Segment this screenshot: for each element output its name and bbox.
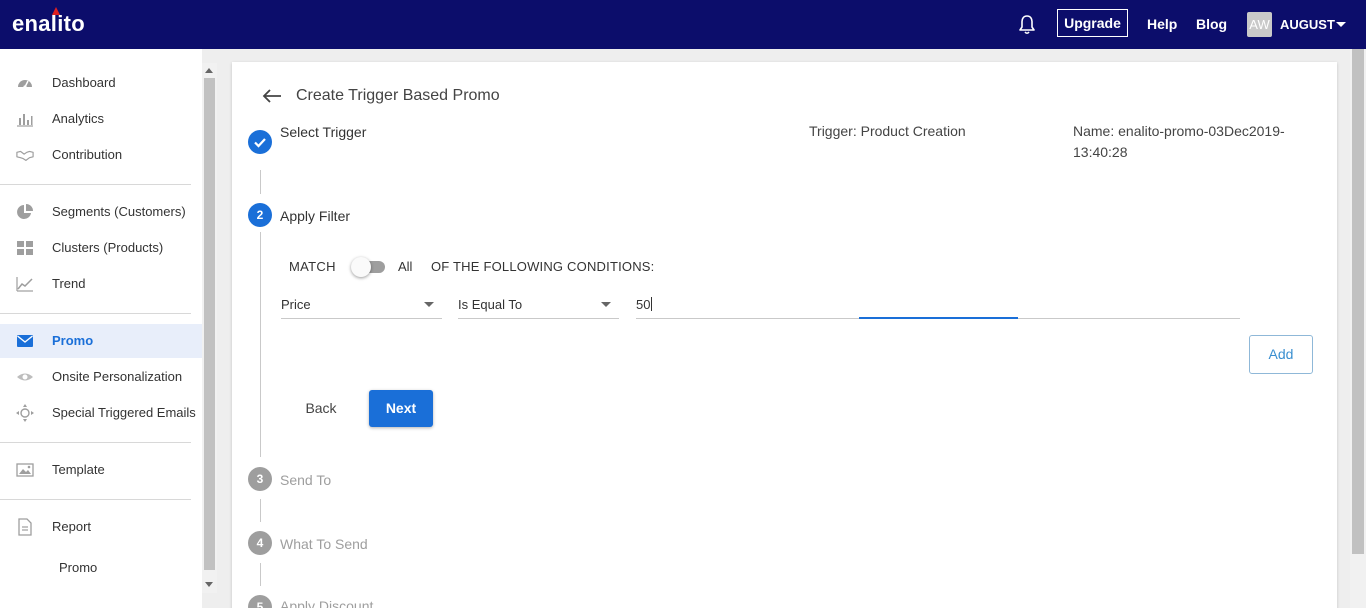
condition-value-input[interactable]: 50 <box>636 290 1240 319</box>
sidebar-item-label: Dashboard <box>52 75 116 90</box>
next-button[interactable]: Next <box>369 390 433 427</box>
sidebar-item-clusters[interactable]: Clusters (Products) <box>0 231 202 265</box>
blog-link[interactable]: Blog <box>1196 16 1227 32</box>
promo-wizard-card <box>232 62 1337 608</box>
operator-select-value: Is Equal To <box>458 297 523 312</box>
sidebar-item-label: Report <box>52 519 92 534</box>
mail-icon <box>17 335 33 347</box>
step-2-label: Apply Filter <box>280 208 351 224</box>
back-button[interactable]: Back <box>294 390 348 426</box>
trend-icon <box>16 277 33 292</box>
sidebar-item-dashboard[interactable]: Dashboard <box>0 66 202 100</box>
dashboard-icon <box>18 80 32 89</box>
input-focus-indicator <box>859 317 1018 319</box>
upgrade-button[interactable]: Upgrade <box>1057 9 1128 37</box>
step-connector <box>260 232 261 457</box>
step-connector <box>260 563 261 586</box>
step-connector <box>260 499 261 522</box>
sidebar-item-contribution[interactable]: Contribution <box>0 138 202 172</box>
field-select[interactable]: Price <box>281 290 442 319</box>
user-menu-name[interactable]: AUGUST <box>1280 17 1335 32</box>
text-cursor <box>651 297 653 311</box>
promo-name-line-1: Name: enalito-promo-03Dec2019- <box>1073 123 1285 139</box>
document-icon <box>18 518 32 536</box>
sidebar-subitem-report-promo[interactable]: Promo <box>59 560 97 575</box>
page-scrollbar-thumb[interactable] <box>1352 49 1364 554</box>
sidebar-item-report[interactable]: Report <box>0 510 202 544</box>
sidebar-item-analytics[interactable]: Analytics <box>0 102 202 136</box>
grid-icon <box>17 241 33 255</box>
step-4-label: What To Send <box>280 536 368 552</box>
check-icon <box>254 138 266 148</box>
sidebar-item-label: Onsite Personalization <box>52 369 183 384</box>
match-label: MATCH <box>289 259 336 274</box>
handshake-icon <box>16 150 34 161</box>
sidebar-item-label: Promo <box>52 333 94 348</box>
operator-select[interactable]: Is Equal To <box>458 290 619 319</box>
sidebar-divider <box>0 442 191 443</box>
condition-value-text: 50 <box>636 297 651 312</box>
image-icon <box>16 463 34 477</box>
sidebar-item-onsite-personalization[interactable]: Onsite Personalization <box>0 360 202 394</box>
sidebar-item-segments[interactable]: Segments (Customers) <box>0 195 202 229</box>
conditions-label: OF THE FOLLOWING CONDITIONS: <box>431 259 655 274</box>
enalito-logo[interactable]: enalito <box>12 11 85 37</box>
sidebar-divider <box>0 313 191 314</box>
sidebar-item-promo[interactable]: Promo <box>0 324 202 358</box>
step-3-label: Send To <box>280 472 332 488</box>
sidebar: Dashboard Analytics Contribution Segment… <box>0 49 202 608</box>
field-select-value: Price <box>281 297 311 312</box>
crosshair-icon <box>16 404 34 422</box>
sidebar-item-label: Segments (Customers) <box>52 204 186 219</box>
sidebar-item-label: Trend <box>52 276 86 291</box>
sidebar-item-special-triggered-emails[interactable]: Special Triggered Emails <box>0 396 202 430</box>
step-1-check-icon <box>248 130 272 154</box>
sidebar-item-label: Contribution <box>52 147 123 162</box>
sidebar-item-label: Clusters (Products) <box>52 240 164 255</box>
step-2-circle: 2 <box>248 203 272 227</box>
sidebar-item-label: Special Triggered Emails <box>52 405 196 420</box>
logo-accent-icon <box>52 7 60 15</box>
page-title: Create Trigger Based Promo <box>296 87 500 104</box>
promo-name-line-2: 13:40:28 <box>1073 144 1128 160</box>
step-1-label: Select Trigger <box>280 124 367 140</box>
chevron-down-icon <box>424 302 434 307</box>
eye-icon <box>17 373 33 381</box>
bar-chart-icon <box>17 114 33 127</box>
step-4-circle: 4 <box>248 531 272 555</box>
sidebar-item-template[interactable]: Template <box>0 453 202 487</box>
sidebar-divider <box>0 499 191 500</box>
notification-bell-icon[interactable] <box>1017 14 1037 36</box>
match-mode-label: All <box>398 259 413 274</box>
sidebar-item-label: Template <box>52 462 105 477</box>
step-5-label: Apply Discount <box>280 598 374 608</box>
help-link[interactable]: Help <box>1147 16 1177 32</box>
sidebar-scrollbar-thumb[interactable] <box>204 78 215 570</box>
scroll-up-arrow-icon[interactable] <box>205 68 213 73</box>
avatar[interactable]: AW <box>1247 12 1272 37</box>
top-navbar: enalito Upgrade Help Blog AW AUGUST <box>0 0 1366 49</box>
user-menu-chevron-down-icon[interactable] <box>1336 22 1346 27</box>
back-arrow-icon[interactable] <box>262 88 282 104</box>
pie-chart-icon <box>17 204 33 219</box>
scroll-down-arrow-icon[interactable] <box>205 582 213 587</box>
step-3-circle: 3 <box>248 467 272 491</box>
sidebar-item-trend[interactable]: Trend <box>0 267 202 301</box>
add-condition-button[interactable]: Add <box>1249 335 1313 374</box>
sidebar-divider <box>0 184 191 185</box>
step-connector <box>260 170 261 194</box>
chevron-down-icon <box>601 302 611 307</box>
sidebar-item-label: Analytics <box>52 111 105 126</box>
trigger-info: Trigger: Product Creation <box>809 123 966 139</box>
match-mode-toggle-knob[interactable] <box>351 257 371 277</box>
